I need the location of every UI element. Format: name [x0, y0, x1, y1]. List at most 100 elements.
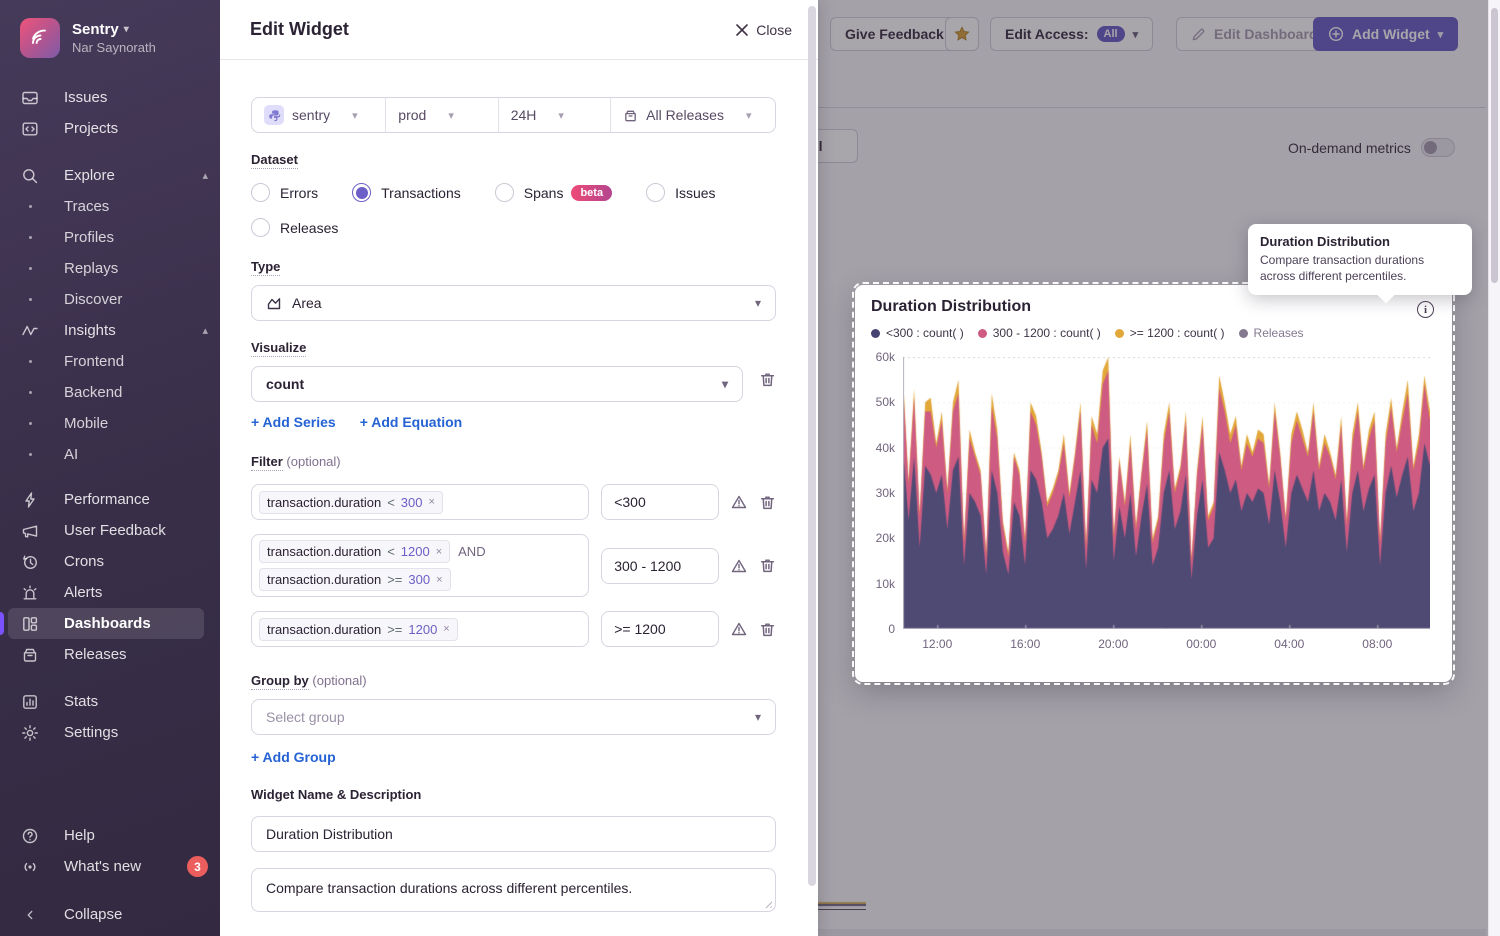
sidebar-item-discover[interactable]: Discover [0, 284, 220, 315]
filter-token[interactable]: transaction.duration < 300 × [259, 491, 443, 514]
sidebar-item-stats[interactable]: Stats [0, 686, 220, 717]
help-icon [20, 826, 40, 846]
sidebar-item-explore[interactable]: Explore▴ [0, 160, 220, 191]
x-tick-label: 12:00 [922, 637, 952, 651]
resize-handle[interactable] [763, 899, 772, 908]
sidebar-item-frontend[interactable]: Frontend [0, 346, 220, 377]
filter-alias-input[interactable]: <300 [601, 484, 719, 520]
radio-errors[interactable]: Errors [251, 183, 318, 202]
radio-issues[interactable]: Issues [646, 183, 715, 202]
sidebar-item-performance[interactable]: Performance [0, 484, 220, 515]
close-label: Close [756, 22, 792, 38]
x-tick-label: 04:00 [1274, 637, 1304, 651]
sidebar-item-profiles[interactable]: Profiles [0, 222, 220, 253]
sidebar-item-crons[interactable]: Crons [0, 546, 220, 577]
chevron-down-icon: ▾ [755, 296, 761, 310]
widget-description-textarea[interactable]: Compare transaction durations across dif… [251, 868, 776, 912]
legend-item[interactable]: >= 1200 : count( ) [1115, 326, 1225, 340]
widget-preview-card[interactable]: Duration Distribution i <300 : count( ) … [855, 285, 1452, 682]
add-group-link[interactable]: + Add Group [251, 749, 336, 765]
bar-chart-icon [20, 692, 40, 712]
radio-circle-icon [646, 183, 665, 202]
sidebar-item-help[interactable]: Help [0, 820, 220, 851]
project-select[interactable]: sentry ▾ [252, 98, 385, 132]
projects-icon [20, 119, 40, 139]
group-by-select[interactable]: Select group ▾ [251, 699, 776, 735]
chevron-down-icon: ▾ [352, 109, 358, 122]
filter-conditions-input[interactable]: transaction.duration < 1200 × AND transa… [251, 534, 589, 597]
chevron-up-icon[interactable]: ▴ [202, 324, 208, 337]
sidebar-item-insights[interactable]: Insights▴ [0, 315, 220, 346]
sidebar-item-replays[interactable]: Replays [0, 253, 220, 284]
filter-token[interactable]: transaction.duration < 1200 × [259, 540, 450, 563]
y-tick-label: 60k [876, 350, 895, 364]
sidebar-item-collapse[interactable]: Collapse [0, 899, 220, 930]
org-name: Sentry [72, 21, 119, 38]
page-scrollbar-thumb[interactable] [1491, 8, 1498, 283]
period-select[interactable]: 24H ▾ [498, 98, 610, 132]
filter-alias-input[interactable]: >= 1200 [601, 611, 719, 647]
y-tick-label: 40k [876, 441, 895, 455]
delete-filter-button[interactable] [759, 494, 776, 511]
sidebar-item-traces[interactable]: Traces [0, 191, 220, 222]
radio-spans[interactable]: Spansbeta [495, 183, 612, 202]
filter-conditions-input[interactable]: transaction.duration >= 1200 × [251, 611, 589, 647]
legend-item[interactable]: Releases [1239, 326, 1304, 340]
y-tick-label: 30k [876, 486, 895, 500]
add-equation-link[interactable]: + Add Equation [360, 414, 463, 430]
visualize-select[interactable]: count ▾ [251, 366, 743, 402]
sidebar: Sentry▾ Nar Saynorath Issues Projects Ex… [0, 0, 220, 936]
radio-circle-icon [251, 183, 270, 202]
legend-item[interactable]: 300 - 1200 : count( ) [978, 326, 1101, 340]
sidebar-item-alerts[interactable]: Alerts [0, 577, 220, 608]
sidebar-item-issues[interactable]: Issues [0, 82, 220, 113]
sidebar-item-projects[interactable]: Projects [0, 113, 220, 144]
delete-filter-button[interactable] [759, 557, 776, 574]
y-tick-label: 50k [876, 395, 895, 409]
type-select[interactable]: Area ▾ [251, 285, 776, 321]
remove-token-icon[interactable]: × [443, 623, 449, 635]
add-series-link[interactable]: + Add Series [251, 414, 336, 430]
panel-scrollbar-thumb[interactable] [808, 6, 816, 886]
radio-transactions[interactable]: Transactions [352, 183, 461, 202]
radio-releases[interactable]: Releases [251, 218, 338, 237]
sidebar-item-releases[interactable]: Releases [0, 639, 220, 670]
issues-icon [20, 88, 40, 108]
delete-filter-button[interactable] [759, 621, 776, 638]
sidebar-item-whats-new[interactable]: What's new3 [0, 851, 220, 882]
bullet-icon [20, 360, 40, 363]
chevron-down-icon: ▾ [746, 109, 752, 122]
visualize-label: Visualize [251, 340, 306, 355]
megaphone-icon [20, 521, 40, 541]
dashboards-icon [20, 614, 40, 634]
release-box-icon [623, 108, 638, 123]
remove-token-icon[interactable]: × [436, 574, 442, 586]
filter-conditions-input[interactable]: transaction.duration < 300 × [251, 484, 589, 520]
delete-visualize-button[interactable] [759, 371, 776, 388]
sidebar-item-backend[interactable]: Backend [0, 377, 220, 408]
chevron-down-icon: ▾ [124, 24, 129, 35]
insights-icon [20, 321, 40, 341]
filter-alias-input[interactable]: 300 - 1200 [601, 548, 719, 584]
environment-select[interactable]: prod ▾ [385, 98, 497, 132]
remove-token-icon[interactable]: × [428, 496, 434, 508]
filter-token[interactable]: transaction.duration >= 300 × [259, 568, 451, 591]
sidebar-item-user-feedback[interactable]: User Feedback [0, 515, 220, 546]
dataset-options-row2: Releases [251, 218, 776, 237]
sidebar-item-ai[interactable]: AI [0, 439, 220, 470]
close-button[interactable]: Close [735, 22, 792, 38]
preview-legend: <300 : count( ) 300 - 1200 : count( ) >=… [871, 326, 1304, 340]
info-icon[interactable]: i [1417, 301, 1434, 318]
search-icon [20, 166, 40, 186]
type-label: Type [251, 259, 280, 274]
page-scrollbar[interactable] [1488, 0, 1500, 936]
org-switcher[interactable]: Sentry▾ Nar Saynorath [20, 18, 204, 58]
sidebar-item-mobile[interactable]: Mobile [0, 408, 220, 439]
widget-name-input[interactable]: Duration Distribution [251, 816, 776, 852]
filter-token[interactable]: transaction.duration >= 1200 × [259, 618, 458, 641]
releases-select[interactable]: All Releases ▾ [610, 98, 775, 132]
sidebar-item-settings[interactable]: Settings [0, 717, 220, 748]
sidebar-item-dashboards[interactable]: Dashboards [8, 608, 204, 639]
chevron-up-icon[interactable]: ▴ [202, 169, 208, 182]
remove-token-icon[interactable]: × [436, 546, 442, 558]
